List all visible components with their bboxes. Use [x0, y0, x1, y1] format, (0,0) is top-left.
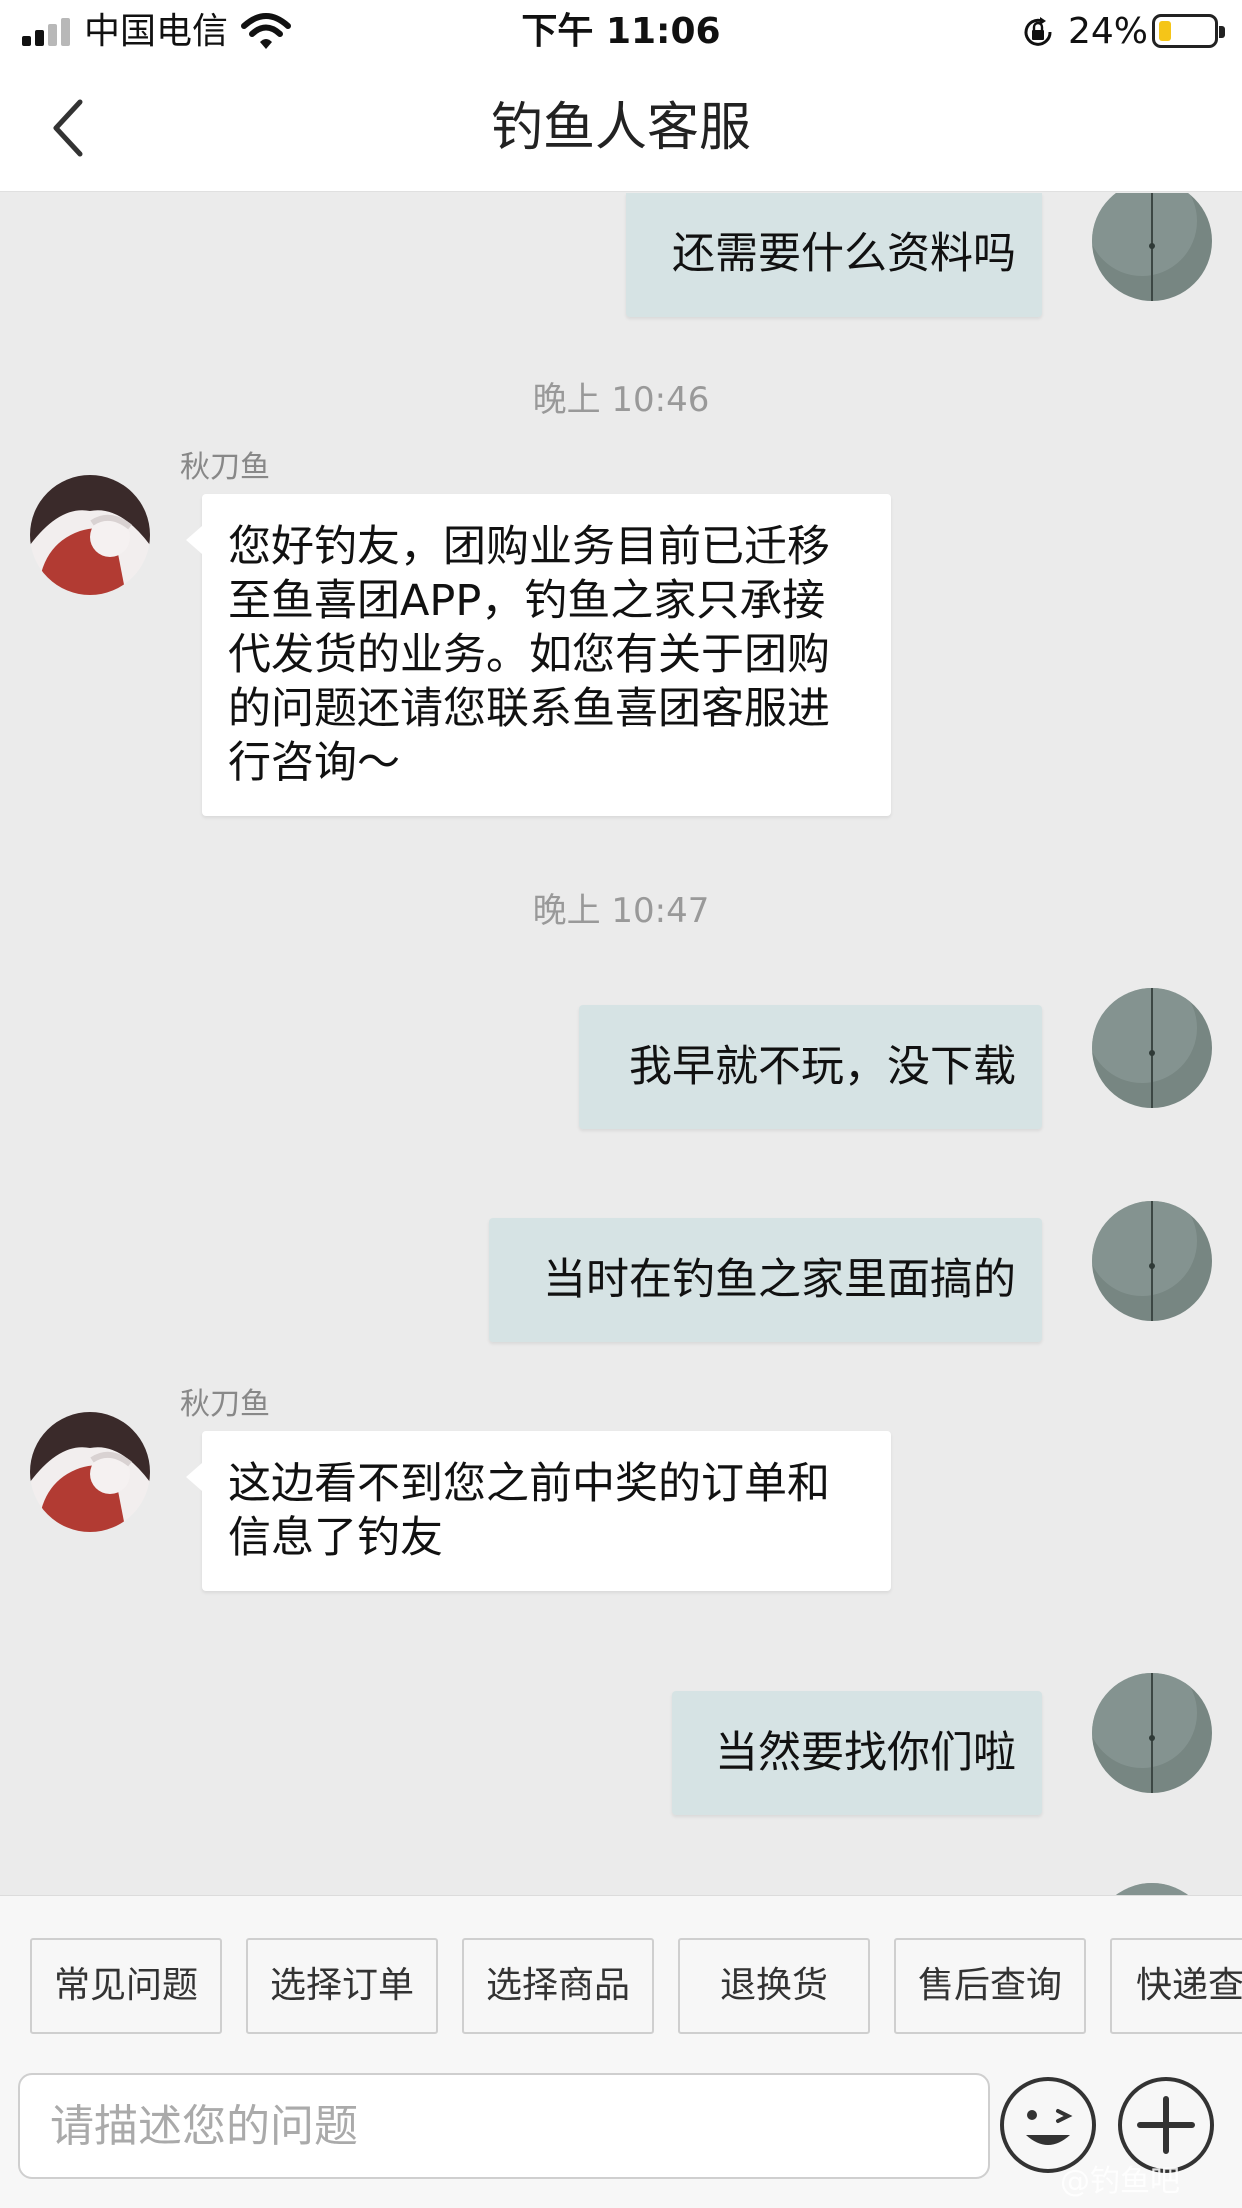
watermark: @钓鱼吧	[1060, 2164, 1180, 2199]
emoji-icon[interactable]	[998, 2075, 1098, 2175]
avatar-image	[1092, 1673, 1212, 1793]
message-text: 这边看不到您之前中奖的订单和信息了钓友	[228, 1459, 830, 1563]
chat-bubble-outgoing[interactable]: 当时在钓鱼之家里面搞的	[489, 1218, 1042, 1342]
quick-reply-delivery[interactable]: 快递查	[1110, 1938, 1242, 2034]
avatar-image	[1092, 193, 1212, 301]
user-avatar[interactable]	[1092, 1673, 1212, 1793]
user-avatar[interactable]	[1092, 988, 1212, 1108]
timestamp: 晚上 10:47	[532, 891, 710, 931]
chat-bubble-outgoing[interactable]: 当然要找你们啦	[672, 1691, 1042, 1815]
user-avatar[interactable]	[1092, 1201, 1212, 1321]
battery-percent: 24%	[1068, 11, 1149, 52]
quick-reply-return[interactable]: 退换货	[678, 1938, 870, 2034]
timestamp: 晚上 10:46	[532, 380, 710, 420]
orientation-lock-icon	[1024, 17, 1052, 46]
chat-bubble-outgoing[interactable]: 还需要什么资料吗	[626, 193, 1042, 317]
quick-reply-after-sales[interactable]: 售后查询	[894, 1938, 1086, 2034]
chat-list[interactable]: 还需要什么资料吗 晚上 10:46 秋刀鱼 您好钓友，团购业务目前已迁移至鱼喜团…	[0, 193, 1242, 1895]
avatar-image	[1092, 1883, 1212, 1895]
avatar-image	[1092, 988, 1212, 1108]
input-bar: @钓鱼吧	[0, 2057, 1242, 2208]
message-text: 您好钓友，团购业务目前已迁移至鱼喜团APP，钓鱼之家只承接代发货的业务。如您有关…	[228, 522, 830, 788]
message-text: 我早就不玩，没下载	[629, 1042, 1016, 1092]
quick-reply-select-product[interactable]: 选择商品	[462, 1938, 654, 2034]
quick-reply-select-order[interactable]: 选择订单	[246, 1938, 438, 2034]
message-text: 当然要找你们啦	[715, 1728, 1016, 1778]
sender-name: 秋刀鱼	[180, 450, 270, 485]
nav-bar: 钓鱼人客服	[0, 64, 1242, 192]
message-text: 还需要什么资料吗	[672, 229, 1016, 279]
chat-bubble-incoming[interactable]: 这边看不到您之前中奖的订单和信息了钓友	[186, 1431, 891, 1591]
chat-bubble-incoming[interactable]: 您好钓友，团购业务目前已迁移至鱼喜团APP，钓鱼之家只承接代发货的业务。如您有关…	[186, 494, 891, 816]
plus-icon[interactable]	[1116, 2075, 1216, 2175]
user-avatar[interactable]	[1092, 1883, 1212, 1895]
battery-level	[1159, 21, 1171, 41]
page-title: 钓鱼人客服	[490, 98, 751, 158]
avatar-image	[30, 475, 150, 595]
sender-name: 秋刀鱼	[180, 1387, 270, 1422]
message-input[interactable]	[18, 2073, 990, 2179]
agent-avatar[interactable]	[30, 475, 150, 595]
user-avatar[interactable]	[1092, 193, 1212, 301]
status-bar: 中国电信 下午 11:06 24%	[0, 0, 1242, 64]
message-text: 当时在钓鱼之家里面搞的	[543, 1255, 1016, 1305]
agent-avatar[interactable]	[30, 1412, 150, 1532]
chat-bubble-outgoing[interactable]: 我早就不玩，没下载	[579, 1005, 1042, 1129]
avatar-image	[1092, 1201, 1212, 1321]
battery-icon	[1152, 14, 1225, 48]
quick-reply-faq[interactable]: 常见问题	[30, 1938, 222, 2034]
quick-reply-bar[interactable]: 常见问题 选择订单 选择商品 退换货 售后查询 快递查	[0, 1895, 1242, 2057]
avatar-image	[30, 1412, 150, 1532]
